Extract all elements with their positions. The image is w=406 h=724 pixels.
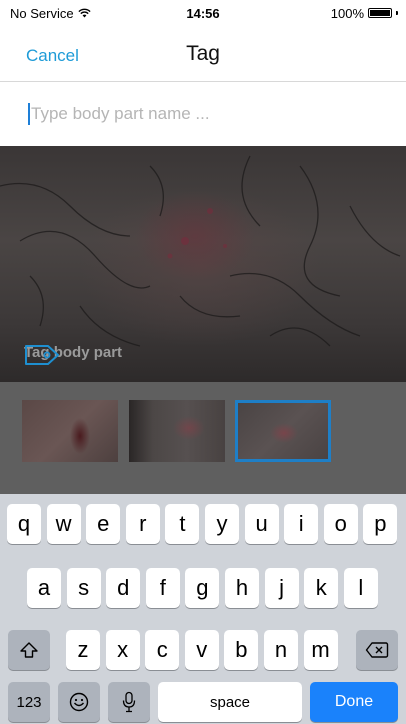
- numbers-key[interactable]: 123: [8, 682, 50, 722]
- key-m[interactable]: m: [303, 630, 338, 670]
- delete-key[interactable]: [356, 630, 398, 670]
- status-right: 100%: [331, 6, 398, 21]
- key-f[interactable]: f: [145, 568, 180, 608]
- skin-photo: Tag body part: [0, 146, 406, 382]
- key-n[interactable]: n: [264, 630, 298, 670]
- emoji-icon: [69, 692, 89, 712]
- dictation-key[interactable]: [108, 682, 150, 722]
- status-bar: No Service 14:56 100%: [0, 0, 406, 26]
- keyboard: 123 space Done qwertyuiop asdfghjkl zxcvbn…: [0, 494, 406, 724]
- key-x[interactable]: x: [105, 630, 140, 670]
- tag-body-part-button[interactable]: Tag body part: [24, 344, 122, 365]
- shift-key[interactable]: [8, 630, 50, 670]
- key-i[interactable]: i: [284, 504, 319, 544]
- key-y[interactable]: y: [205, 504, 239, 544]
- thumbnail-strip: [0, 382, 406, 494]
- key-q[interactable]: q: [7, 504, 41, 544]
- key-l[interactable]: l: [343, 568, 378, 608]
- key-j[interactable]: j: [264, 568, 299, 608]
- key-b[interactable]: b: [224, 630, 259, 670]
- nav-bar: Cancel Tag: [0, 26, 406, 82]
- key-p[interactable]: p: [363, 504, 398, 544]
- status-left: No Service: [10, 6, 91, 21]
- key-r[interactable]: r: [125, 504, 160, 544]
- body-part-search-input[interactable]: [31, 104, 371, 124]
- key-w[interactable]: w: [46, 504, 81, 544]
- key-d[interactable]: d: [106, 568, 141, 608]
- emoji-key[interactable]: [58, 682, 100, 722]
- key-o[interactable]: o: [323, 504, 358, 544]
- tag-input-row: [0, 82, 406, 146]
- carrier-label: No Service: [10, 5, 74, 21]
- battery-icon: [368, 8, 392, 18]
- photo-thumbnail-selected[interactable]: [235, 400, 331, 462]
- backspace-icon: [365, 642, 389, 658]
- key-u[interactable]: u: [244, 504, 279, 544]
- key-c[interactable]: c: [145, 630, 180, 670]
- battery-tip: [396, 11, 398, 15]
- key-z[interactable]: z: [66, 630, 100, 670]
- microphone-icon: [122, 691, 136, 713]
- wifi-icon: [77, 8, 91, 18]
- space-key[interactable]: space: [158, 682, 302, 722]
- key-g[interactable]: g: [185, 568, 220, 608]
- key-v[interactable]: v: [184, 630, 219, 670]
- key-a[interactable]: a: [27, 568, 61, 608]
- text-caret: [28, 103, 30, 125]
- key-t[interactable]: t: [165, 504, 200, 544]
- photo-thumbnail[interactable]: [129, 400, 225, 462]
- battery-fill: [370, 10, 390, 16]
- photo-thumbnail[interactable]: [22, 400, 118, 462]
- battery-percent: 100%: [330, 5, 364, 21]
- key-s[interactable]: s: [66, 568, 101, 608]
- done-key[interactable]: Done: [310, 682, 398, 722]
- key-k[interactable]: k: [304, 568, 339, 608]
- key-h[interactable]: h: [225, 568, 259, 608]
- key-e[interactable]: e: [86, 504, 121, 544]
- tag-icon: [25, 345, 59, 365]
- page-title: Tag: [186, 42, 220, 65]
- shift-icon: [20, 642, 38, 658]
